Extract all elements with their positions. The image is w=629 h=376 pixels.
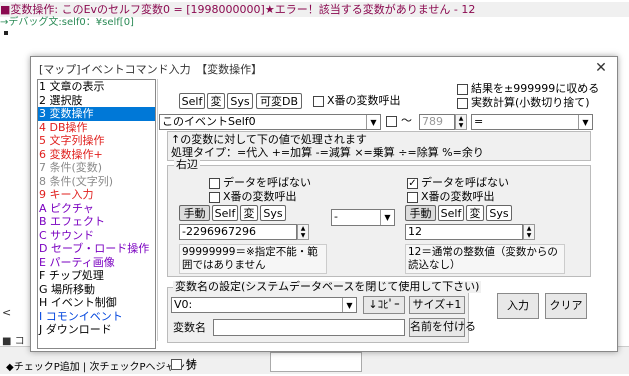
event-command-dialog: [マップ]イベントコマンド入力 【変数操作】 ✕ 1 文章の表示 2 選択肢 3 変…	[30, 56, 618, 352]
left-value-spinner[interactable]: ▲ ▼	[297, 224, 309, 240]
real-calc-label: 実数計算(小数切り捨て)	[471, 96, 590, 109]
copy-button[interactable]: ↓ｺﾋﾟｰ	[363, 296, 405, 314]
command-item[interactable]: 3 変数操作	[38, 107, 155, 121]
processing-info: ↑の変数に対して下の値で処理されます 処理タイプ：=代入 +=加算 -=減算 ×…	[167, 131, 591, 161]
bottom-toolbar-text[interactable]: ◆チェックP追加 | 次チェックPへジャンプ	[6, 358, 195, 373]
command-item[interactable]: 7 条件(変数)	[38, 161, 155, 175]
right-self-toggle[interactable]: Self	[438, 205, 464, 221]
apply-name-button[interactable]: 名前を付ける	[409, 318, 476, 337]
var-name-dropdown[interactable]: V0: ▼	[171, 297, 357, 313]
command-item[interactable]: A ピクチャ	[38, 202, 155, 216]
range-sign: ～	[401, 114, 412, 127]
command-item[interactable]: C サウンド	[38, 229, 155, 243]
bullet-marker	[4, 31, 8, 35]
left-hen-toggle[interactable]: 変	[240, 205, 258, 221]
command-item[interactable]: 1 文章の表示	[38, 80, 155, 94]
real-calc-checkbox[interactable]	[457, 98, 468, 109]
target-self-toggle[interactable]: Self	[179, 93, 205, 109]
chevron-down-icon: ▼	[366, 115, 380, 129]
right-no-data-call-label: データを呼ばない	[421, 176, 509, 189]
size-plus-button[interactable]: サイズ+1	[409, 296, 465, 314]
bottom-toku-label: 特	[186, 358, 197, 371]
left-sys-toggle[interactable]: Sys	[260, 205, 286, 221]
var-name-input[interactable]	[213, 319, 405, 336]
left-no-data-call-checkbox[interactable]	[209, 178, 220, 189]
chevron-down-icon: ▼	[380, 210, 394, 225]
debug-line: →デバッグ文:self0：¥self[0]	[0, 17, 134, 28]
calc-operator-dropdown[interactable]: - ▼	[331, 209, 395, 226]
target-variable-dropdown[interactable]: このイベントSelf0 ▼	[159, 114, 381, 130]
command-item[interactable]: 2 選択肢	[38, 94, 155, 108]
range-checkbox[interactable]	[386, 116, 397, 127]
result-clamp-label: 結果を±999999に収める	[471, 82, 600, 95]
left-x-var-call-label: X番の変数呼出	[223, 190, 297, 203]
right-x-var-call-checkbox[interactable]	[407, 192, 418, 203]
command-item[interactable]: 8 条件(文字列)	[38, 175, 155, 189]
right-hen-toggle[interactable]: 変	[466, 205, 484, 221]
input-button[interactable]: 入力	[497, 293, 539, 319]
chevron-down-icon: ▼	[342, 298, 356, 312]
command-item[interactable]: 4 DB操作	[38, 121, 155, 135]
command-item[interactable]: G 場所移動	[38, 283, 155, 297]
command-item[interactable]: 6 変数操作+	[38, 148, 155, 162]
right-side-label: 右辺	[174, 158, 200, 171]
command-item[interactable]: E パーティ画像	[38, 256, 155, 270]
x-var-call-checkbox[interactable]	[313, 96, 324, 107]
command-item[interactable]: F チップ処理	[38, 269, 155, 283]
command-item[interactable]: J ダウンロード	[38, 323, 155, 337]
right-value-spinner[interactable]: ▲ ▼	[523, 224, 535, 240]
command-item[interactable]: 9 キー入力	[38, 188, 155, 202]
command-item[interactable]: B エフェクト	[38, 215, 155, 229]
chevron-down-icon: ▼	[578, 115, 592, 129]
dialog-title: [マップ]イベントコマンド入力 【変数操作】	[39, 63, 263, 76]
background-field[interactable]	[270, 352, 362, 372]
error-message-line: ■変数操作: このEvのセルフ変数0 = [1998000000]★エラー！該当…	[0, 2, 629, 17]
command-item[interactable]: I コモンイベント	[38, 310, 155, 324]
target-variable-value: このイベントSelf0	[162, 115, 256, 128]
target-kahen-db-toggle[interactable]: 可変DB	[256, 93, 302, 109]
range-end-input[interactable]: 789	[419, 114, 455, 130]
var-name-group-label: 変数名の設定(システムデータベースを閉じて使用して下さい)	[173, 280, 482, 293]
right-value-input[interactable]: 12	[405, 224, 523, 240]
command-item[interactable]: 5 文字列操作	[38, 134, 155, 148]
right-x-var-call-label: X番の変数呼出	[421, 190, 495, 203]
right-value-note: 12＝通常の整数値（変数からの読込なし）	[405, 244, 565, 274]
target-sys-toggle[interactable]: Sys	[227, 93, 253, 109]
target-hen-toggle[interactable]: 変	[207, 93, 225, 109]
left-no-data-call-label: データを呼ばない	[223, 176, 311, 189]
right-sys-toggle[interactable]: Sys	[486, 205, 512, 221]
left-x-var-call-checkbox[interactable]	[209, 192, 220, 203]
left-manual-toggle[interactable]: 手動	[179, 205, 210, 221]
clear-button[interactable]: クリア	[545, 293, 587, 319]
right-no-data-call-checkbox[interactable]: ✓	[407, 178, 418, 189]
left-value-input[interactable]: -2296967296	[179, 224, 297, 240]
right-manual-toggle[interactable]: 手動	[405, 205, 436, 221]
range-spinner[interactable]: ▲ ▼	[455, 114, 467, 130]
assign-operator-dropdown[interactable]: = ▼	[471, 114, 593, 130]
x-var-call-label: X番の変数呼出	[327, 94, 401, 107]
var-name-label: 変数名	[173, 321, 206, 334]
left-value-note: 99999999＝※指定不能・範囲ではありません	[179, 244, 327, 274]
left-self-toggle[interactable]: Self	[212, 205, 238, 221]
command-item[interactable]: D セーブ・ロード操作	[38, 242, 155, 256]
command-item[interactable]: H イベント制御	[38, 296, 155, 310]
result-clamp-checkbox[interactable]	[457, 84, 468, 95]
scroll-left-button[interactable]: <	[2, 306, 12, 324]
close-icon[interactable]: ✕	[591, 59, 611, 77]
command-list[interactable]: 1 文章の表示 2 選択肢 3 変数操作 4 DB操作 5 文字列操作 6 変数操作+ 7 …	[37, 79, 156, 349]
bottom-checkbox[interactable]	[171, 359, 182, 370]
